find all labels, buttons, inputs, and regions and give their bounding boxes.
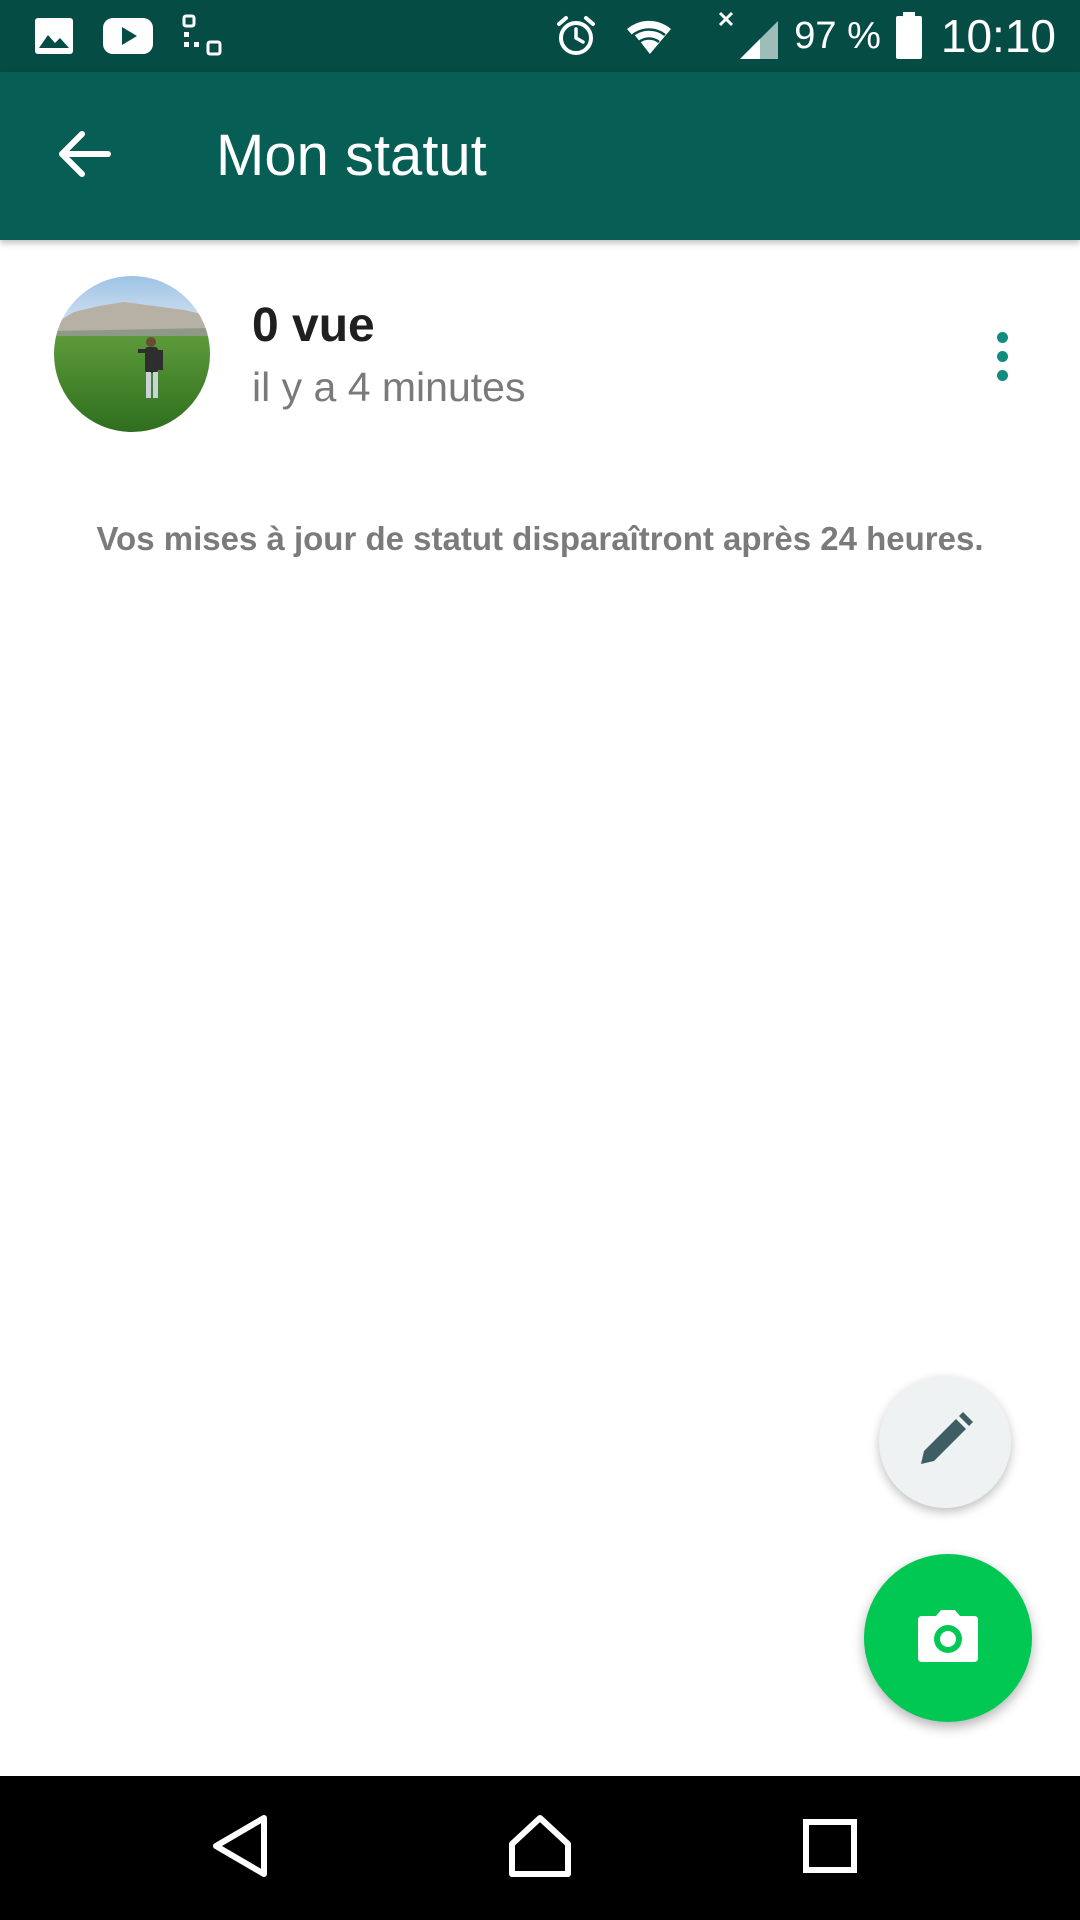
recents-square-icon — [802, 1818, 858, 1879]
app-bar: Mon statut — [0, 72, 1080, 240]
wifi-icon — [624, 15, 674, 57]
status-thumbnail[interactable] — [54, 276, 210, 432]
status-list-item[interactable]: 0 vue il y a 4 minutes — [0, 240, 1080, 460]
text-status-button[interactable] — [879, 1376, 1011, 1508]
camera-icon — [916, 1608, 980, 1669]
arrow-left-icon — [56, 129, 112, 184]
back-triangle-icon — [210, 1814, 270, 1883]
status-info-text: Vos mises à jour de statut disparaîtront… — [96, 520, 984, 557]
status-bar-right: 97 % 10:10 — [554, 10, 1056, 62]
back-button[interactable] — [40, 112, 128, 200]
nav-back-button[interactable] — [190, 1798, 290, 1898]
views-count: 0 vue — [252, 299, 375, 352]
pencil-icon — [915, 1410, 975, 1475]
navigation-bar — [0, 1776, 1080, 1920]
more-vertical-icon — [996, 331, 1008, 381]
qr-scan-icon — [182, 14, 226, 58]
status-time: il y a 4 minutes — [252, 364, 526, 410]
more-options-button[interactable] — [966, 310, 1038, 402]
camera-status-button[interactable] — [864, 1554, 1032, 1722]
battery-percent: 97 % — [794, 14, 881, 57]
nav-recents-button[interactable] — [780, 1798, 880, 1898]
page-title: Mon statut — [216, 123, 487, 188]
battery-icon — [895, 12, 923, 60]
status-bar-left — [34, 14, 226, 58]
gallery-icon — [34, 17, 74, 55]
alarm-icon — [554, 14, 598, 58]
youtube-icon — [102, 17, 154, 55]
signal-icon — [718, 11, 780, 61]
home-icon — [508, 1814, 572, 1883]
screen: 97 % 10:10 Mon statut 0 vue il y a 4 min… — [0, 0, 1080, 1920]
nav-home-button[interactable] — [490, 1798, 590, 1898]
clock: 10:10 — [940, 10, 1056, 62]
status-bar: 97 % 10:10 — [0, 0, 1080, 72]
